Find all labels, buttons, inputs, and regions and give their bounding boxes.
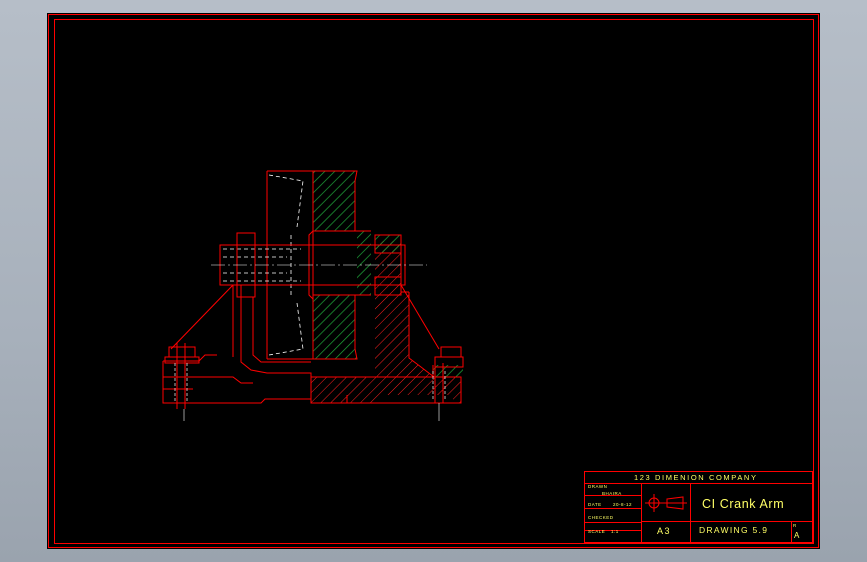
revision-label: R bbox=[793, 523, 797, 528]
left-bolt bbox=[164, 343, 200, 421]
checked-label: CHECKED bbox=[588, 515, 614, 520]
drawing-sheet[interactable]: 123 DIMENION COMPANY DRAWN BHAIRA DATE 2… bbox=[47, 13, 820, 549]
drawn-by-value: BHAIRA bbox=[602, 491, 622, 496]
date-value: 20-8-12 bbox=[613, 502, 633, 507]
projection-symbol-icon bbox=[645, 494, 687, 512]
company-name: 123 DIMENION COMPANY bbox=[634, 473, 758, 482]
cad-drawing-canvas[interactable] bbox=[47, 13, 820, 549]
sheet-size: A3 bbox=[657, 526, 672, 536]
drawn-label: DRAWN bbox=[588, 484, 608, 489]
crank-arm-assembly bbox=[162, 170, 464, 421]
outer-border bbox=[48, 14, 819, 548]
date-label: DATE bbox=[588, 502, 602, 507]
revision-value: A bbox=[794, 531, 800, 540]
scale-label: SCALE bbox=[588, 529, 606, 534]
drawing-title: CI Crank Arm bbox=[702, 497, 785, 511]
drawing-number: DRAWING 5.9 bbox=[699, 525, 769, 535]
scale-value: 1:1 bbox=[611, 529, 619, 534]
inner-border bbox=[54, 19, 814, 544]
